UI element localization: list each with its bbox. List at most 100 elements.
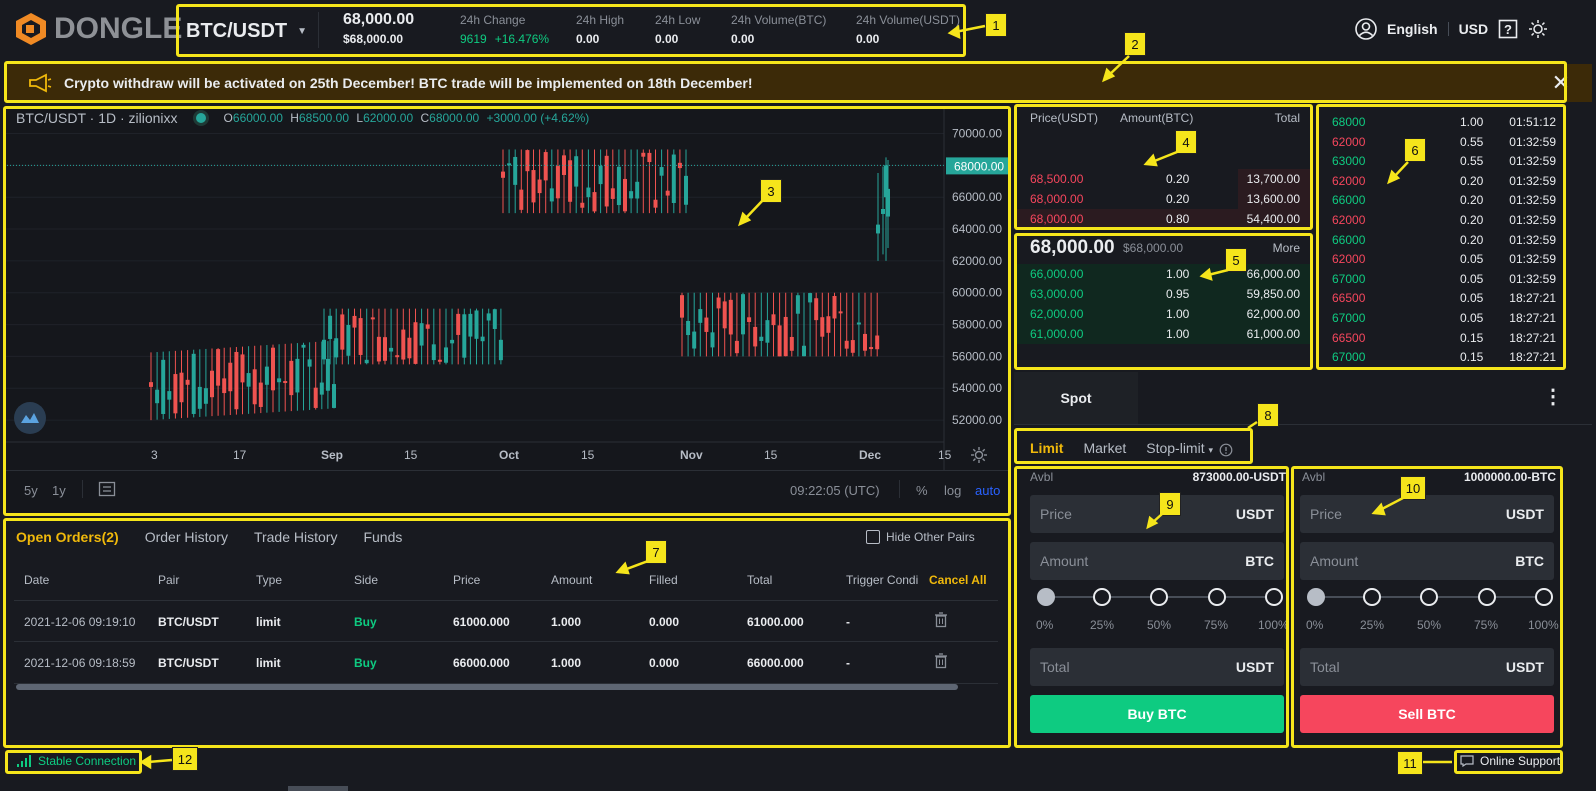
- slider-step-50[interactable]: [1150, 588, 1168, 606]
- chart-settings-icon[interactable]: [970, 446, 988, 464]
- price-chart-panel[interactable]: BTC/USDT · 1D · zilionixx O66000.00 H685…: [4, 106, 1010, 516]
- online-support-button[interactable]: Online Support: [1460, 754, 1560, 768]
- bid-total: 59,850.00: [1246, 287, 1300, 301]
- trash-icon[interactable]: [934, 612, 948, 628]
- slider-step-75[interactable]: [1478, 588, 1496, 606]
- col-price: Price: [453, 573, 481, 587]
- divider: [1014, 424, 1592, 425]
- cancel-all-button[interactable]: Cancel All: [929, 573, 987, 587]
- chart-logo-icon[interactable]: [14, 402, 46, 434]
- scale-log[interactable]: log: [944, 483, 961, 498]
- language-selector[interactable]: English: [1387, 21, 1438, 37]
- brand-logo[interactable]: DONGLE: [14, 12, 182, 46]
- pct-label: 100%: [1528, 618, 1559, 632]
- candle-body: [234, 351, 239, 410]
- sell-total-placeholder: Total: [1310, 659, 1340, 675]
- pct-label: 50%: [1147, 618, 1172, 632]
- tab-funds[interactable]: Funds: [363, 529, 402, 545]
- candle-body: [289, 360, 294, 396]
- candle-body: [728, 299, 733, 335]
- horizontal-scrollbar[interactable]: [16, 684, 958, 690]
- order-date: 2021-12-06 09:18:59: [24, 656, 136, 670]
- scale-percent[interactable]: %: [916, 483, 928, 498]
- bid-price: 61,000.00: [1030, 327, 1084, 341]
- range-1y[interactable]: 1y: [52, 483, 66, 498]
- tab-open-orders[interactable]: Open Orders(2): [16, 529, 119, 545]
- y-tick-label: 58000.00: [952, 318, 1002, 332]
- date-range-icon[interactable]: [98, 480, 116, 498]
- candle-body: [759, 336, 764, 341]
- theme-sun-icon[interactable]: [1528, 19, 1548, 39]
- tab-spot[interactable]: Spot: [1014, 372, 1138, 424]
- bid-row[interactable]: 61,000.00 1.00 61,000.00: [1016, 324, 1312, 344]
- ask-price: 68,500.00: [1030, 172, 1084, 186]
- callout-11: 11: [1397, 751, 1423, 775]
- tab-order-history[interactable]: Order History: [145, 529, 228, 545]
- checkbox[interactable]: [866, 530, 880, 544]
- user-icon[interactable]: [1355, 18, 1377, 40]
- sell-button[interactable]: Sell BTC: [1300, 695, 1554, 733]
- candle-body: [346, 324, 351, 356]
- tab-stop-limit[interactable]: Stop-limit ▾: [1146, 440, 1213, 456]
- candle-body: [486, 313, 491, 321]
- ask-row[interactable]: 68,500.00 0.20 13,700.00: [1016, 169, 1312, 189]
- x-tick-label: 15: [764, 448, 778, 462]
- slider-step-50[interactable]: [1420, 588, 1438, 606]
- stop-limit-label: Stop-limit: [1146, 440, 1205, 456]
- sell-total-input[interactable]: Total USDT: [1300, 648, 1554, 686]
- slider-step-25[interactable]: [1363, 588, 1381, 606]
- ask-row[interactable]: 68,000.00 0.80 54,400.00: [1016, 209, 1312, 229]
- slider-step-25[interactable]: [1093, 588, 1111, 606]
- buy-button[interactable]: Buy BTC: [1030, 695, 1284, 733]
- info-icon[interactable]: [1219, 443, 1233, 457]
- bid-price: 63,000.00: [1030, 287, 1084, 301]
- callout-2: 2: [1124, 32, 1146, 56]
- candle-body: [665, 190, 670, 196]
- close-icon[interactable]: ✕: [1552, 70, 1570, 96]
- candle-body: [814, 298, 819, 321]
- change-pct: +16.476%: [494, 32, 550, 46]
- more-options-icon[interactable]: ⋮: [1543, 384, 1563, 409]
- range-5y[interactable]: 5y: [24, 483, 38, 498]
- slider-step-0[interactable]: [1037, 588, 1055, 606]
- pair-selector[interactable]: BTC/USDT ▼: [186, 20, 307, 43]
- buy-price-input[interactable]: Price USDT: [1030, 495, 1284, 533]
- candle-body: [450, 339, 455, 344]
- candle-body: [623, 178, 627, 212]
- help-icon[interactable]: ?: [1498, 19, 1518, 39]
- slider-step-0[interactable]: [1307, 588, 1325, 606]
- slider-step-100[interactable]: [1535, 588, 1553, 606]
- tab-limit[interactable]: Limit: [1030, 440, 1063, 456]
- candle-body: [741, 294, 745, 335]
- more-link[interactable]: More: [1273, 241, 1300, 255]
- candle-body: [686, 320, 691, 336]
- chart-time: 09:22:05 (UTC): [790, 483, 880, 498]
- sell-price-input[interactable]: Price USDT: [1300, 495, 1554, 533]
- table-row[interactable]: 2021-12-06 09:18:59 BTC/USDT limit Buy 6…: [4, 643, 1004, 683]
- slider-step-100[interactable]: [1265, 588, 1283, 606]
- buy-total-input[interactable]: Total USDT: [1030, 648, 1284, 686]
- x-tick-label: 17: [233, 448, 247, 462]
- mid-price: 68,000.00: [1030, 237, 1115, 258]
- tab-trade-history[interactable]: Trade History: [254, 529, 338, 545]
- bid-row[interactable]: 66,000.00 1.00 66,000.00: [1016, 264, 1312, 284]
- announcement-text: Crypto withdraw will be activated on 25t…: [64, 75, 753, 91]
- sell-amount-input[interactable]: Amount BTC: [1300, 542, 1554, 580]
- candle-body: [653, 199, 658, 208]
- candle-body: [364, 359, 369, 364]
- bid-row[interactable]: 62,000.00 1.00 62,000.00: [1016, 304, 1312, 324]
- slider-step-75[interactable]: [1208, 588, 1226, 606]
- table-row[interactable]: 2021-12-06 09:19:10 BTC/USDT limit Buy 6…: [4, 602, 1004, 642]
- ask-row[interactable]: 68,000.00 0.20 13,600.00: [1016, 189, 1312, 209]
- sell-price-placeholder: Price: [1310, 506, 1342, 522]
- scroll-handle[interactable]: [288, 786, 348, 791]
- candle-body: [191, 353, 196, 414]
- bid-row[interactable]: 63,000.00 0.95 59,850.00: [1016, 284, 1312, 304]
- tab-market[interactable]: Market: [1083, 440, 1126, 456]
- currency-selector[interactable]: USD: [1459, 21, 1489, 37]
- trash-icon[interactable]: [934, 653, 948, 669]
- candle-body: [684, 175, 688, 205]
- hide-other-pairs-toggle[interactable]: Hide Other Pairs: [866, 530, 975, 544]
- buy-amount-input[interactable]: Amount BTC: [1030, 542, 1284, 580]
- scale-auto[interactable]: auto: [975, 483, 1000, 498]
